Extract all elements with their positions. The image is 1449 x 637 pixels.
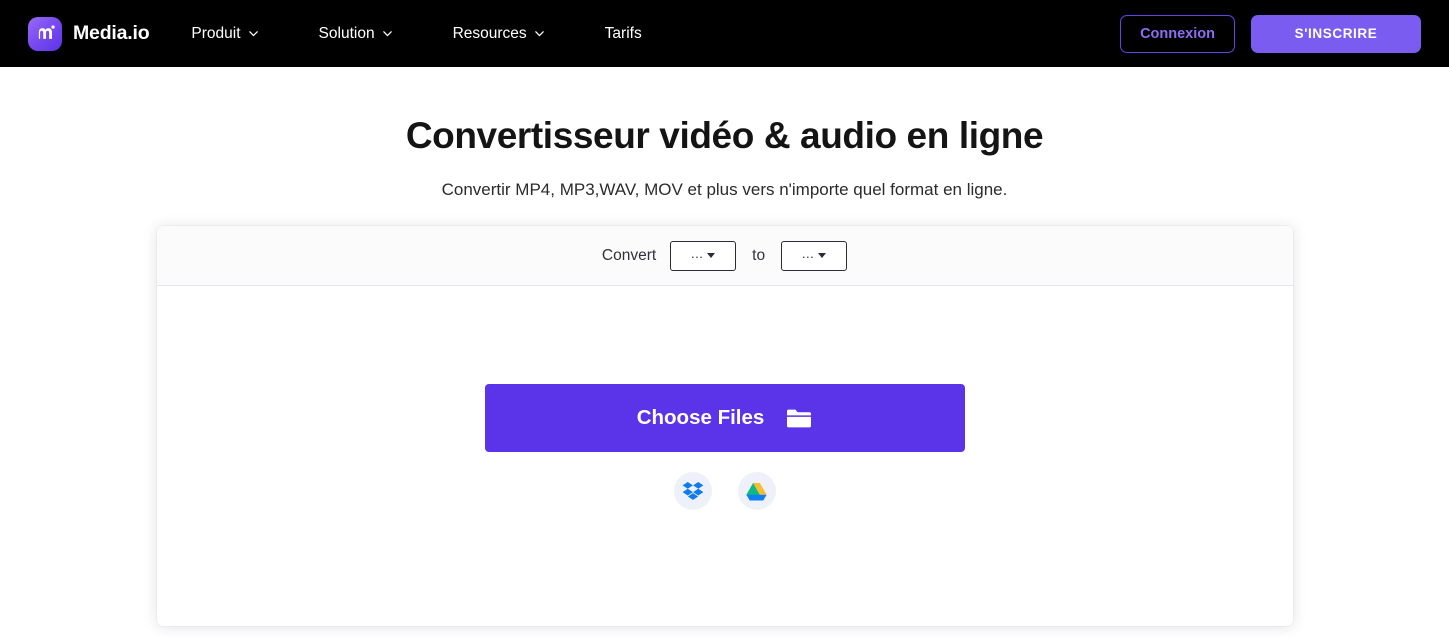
brand-name: Media.io <box>73 22 150 44</box>
hero-section: Convertisseur vidéo & audio en ligne Con… <box>0 67 1449 200</box>
nav-item-label: Solution <box>318 24 375 42</box>
converter-card-wrapper: Convert ... to ... Choose Files <box>0 226 1449 627</box>
cloud-import-row <box>673 472 776 511</box>
dropbox-import-button[interactable] <box>673 472 712 511</box>
nav-item-produit[interactable]: Produit <box>191 17 258 51</box>
nav-actions: Connexion S'INSCRIRE <box>1120 14 1421 53</box>
dropzone[interactable]: Choose Files <box>157 286 1293 626</box>
brand-logo-link[interactable]: Media.io <box>28 16 150 51</box>
nav-item-tarifs[interactable]: Tarifs <box>605 17 642 51</box>
page-title: Convertisseur vidéo & audio en ligne <box>405 115 1044 156</box>
media-io-logo-icon <box>28 16 62 51</box>
target-format-select[interactable]: ... <box>781 240 848 271</box>
folder-icon <box>787 409 812 428</box>
chevron-down-icon <box>248 31 258 37</box>
target-format-value: ... <box>801 246 815 262</box>
chevron-down-icon <box>534 31 544 37</box>
google-drive-icon <box>746 482 767 501</box>
nav-item-label: Resources <box>452 24 527 42</box>
choose-files-button[interactable]: Choose Files <box>484 384 965 453</box>
source-format-value: ... <box>691 246 704 262</box>
source-format-select[interactable]: ... <box>670 240 737 271</box>
convert-label: Convert <box>601 246 657 264</box>
dropbox-icon <box>682 482 703 501</box>
nav-item-resources[interactable]: Resources <box>453 17 545 51</box>
caret-down-icon <box>707 253 716 259</box>
nav-links: Produit Solution Resources Tarifs <box>191 17 641 51</box>
chevron-down-icon <box>382 31 392 37</box>
converter-toolbar: Convert ... to ... <box>156 226 1293 287</box>
top-navbar: Media.io Produit Solution Resources Tari… <box>0 0 1449 67</box>
signup-button[interactable]: S'INSCRIRE <box>1251 14 1421 53</box>
nav-item-label: Tarifs <box>604 24 642 42</box>
login-button[interactable]: Connexion <box>1120 14 1235 53</box>
caret-down-icon <box>818 253 827 259</box>
google-drive-import-button[interactable] <box>737 472 776 511</box>
choose-files-label: Choose Files <box>636 406 765 430</box>
nav-item-solution[interactable]: Solution <box>319 17 393 51</box>
page-subtitle: Convertir MP4, MP3,WAV, MOV et plus vers… <box>441 180 1008 200</box>
nav-item-label: Produit <box>191 24 241 42</box>
to-label: to <box>752 246 766 264</box>
converter-card: Convert ... to ... Choose Files <box>156 226 1293 627</box>
